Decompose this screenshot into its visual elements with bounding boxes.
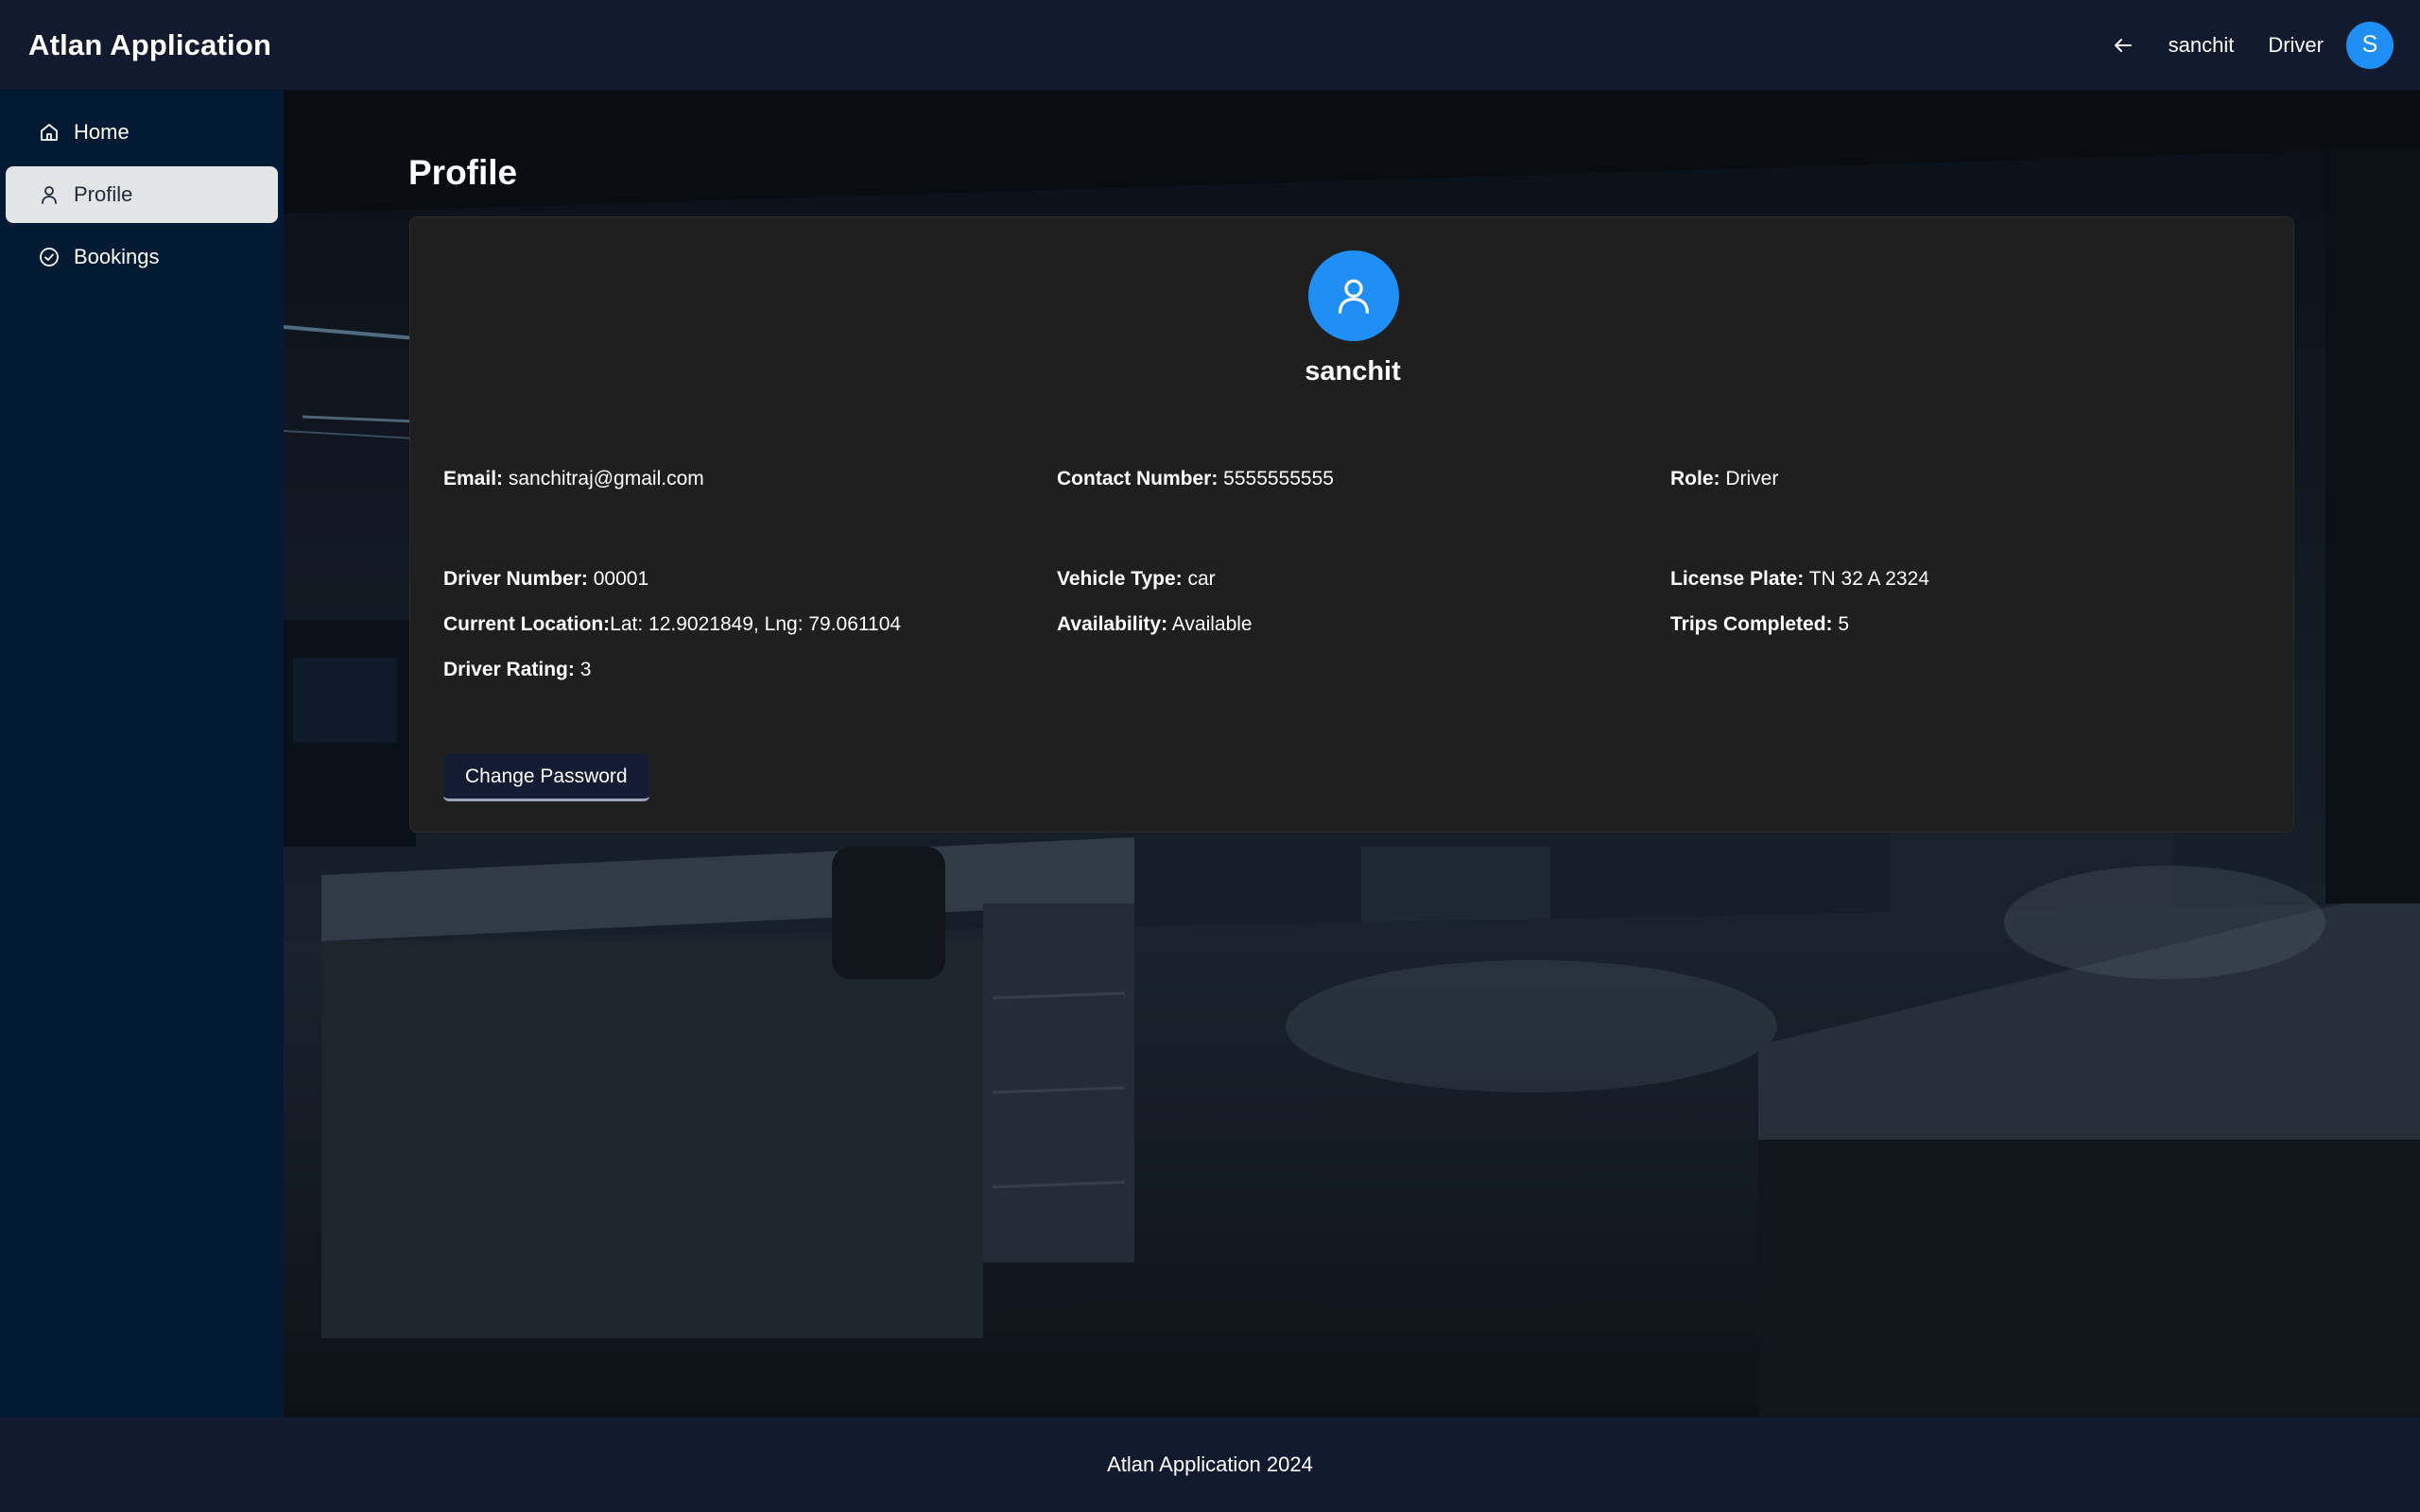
back-button[interactable] [2104, 26, 2142, 64]
page-title: Profile [408, 153, 518, 192]
availability-field: Availability: Available [1057, 613, 1253, 636]
field-label: Driver Number: [443, 568, 588, 590]
avatar[interactable]: S [2346, 21, 2394, 69]
email-field: Email: sanchitraj@gmail.com [443, 468, 704, 490]
check-circle-icon [38, 246, 60, 268]
sidebar-item-home[interactable]: Home [6, 104, 278, 161]
field-value: Driver [1720, 468, 1779, 490]
sidebar-item-bookings[interactable]: Bookings [6, 229, 278, 285]
header-username: sanchit [2168, 32, 2235, 57]
header-right: sanchit Driver S [2104, 21, 2394, 69]
sidebar-item-label: Profile [74, 182, 133, 206]
field-value: car [1182, 568, 1216, 590]
contact-number-field: Contact Number: 5555555555 [1057, 468, 1334, 490]
profile-name: sanchit [1305, 356, 1401, 387]
sidebar-item-profile[interactable]: Profile [6, 166, 278, 223]
field-value: TN 32 A 2324 [1804, 568, 1929, 590]
sidebar: Home Profile Bookings [0, 91, 284, 1418]
change-password-button[interactable]: Change Password [443, 754, 649, 801]
field-label: Email: [443, 468, 504, 490]
field-value: Available [1167, 613, 1253, 635]
driver-number-field: Driver Number: 00001 [443, 568, 648, 591]
field-value: sanchitraj@gmail.com [503, 468, 704, 490]
arrow-left-icon [2114, 38, 2132, 52]
trips-completed-field: Trips Completed: 5 [1670, 613, 1849, 636]
header-role: Driver [2268, 32, 2324, 57]
field-value: 5 [1832, 613, 1850, 635]
user-icon [1338, 279, 1370, 314]
field-value: 3 [574, 659, 592, 680]
sidebar-item-label: Bookings [74, 245, 160, 268]
top-header: Atlan Application sanchit Driver S [0, 0, 2420, 91]
profile-card: sanchit Email: sanchitraj@gmail.com Cont… [409, 216, 2294, 833]
field-label: Role: [1670, 468, 1720, 490]
user-icon [38, 183, 60, 206]
app-title: Atlan Application [28, 27, 272, 61]
field-label: Driver Rating: [443, 659, 575, 680]
field-value: 5555555555 [1218, 468, 1334, 490]
field-label: Current Location: [443, 613, 611, 635]
vehicle-type-field: Vehicle Type: car [1057, 568, 1216, 591]
main-content: Profile sanchit Email: sanchitraj@gmail.… [284, 91, 2420, 1418]
driver-rating-field: Driver Rating: 3 [443, 659, 591, 681]
profile-avatar [1308, 250, 1399, 341]
field-label: Trips Completed: [1670, 613, 1833, 635]
field-label: License Plate: [1670, 568, 1805, 590]
field-value: Lat: 12.9021849, Lng: 79.061104 [610, 613, 902, 635]
footer-text: Atlan Application 2024 [1107, 1452, 1313, 1476]
field-label: Contact Number: [1057, 468, 1219, 490]
field-value: 00001 [587, 568, 649, 590]
current-location-field: Current Location:Lat: 12.9021849, Lng: 7… [443, 613, 901, 636]
license-plate-field: License Plate: TN 32 A 2324 [1670, 568, 1929, 591]
field-label: Availability: [1057, 613, 1168, 635]
field-label: Vehicle Type: [1057, 568, 1183, 590]
home-icon [38, 121, 60, 144]
role-field: Role: Driver [1670, 468, 1778, 490]
sidebar-item-label: Home [74, 120, 130, 144]
footer: Atlan Application 2024 [0, 1418, 2420, 1512]
